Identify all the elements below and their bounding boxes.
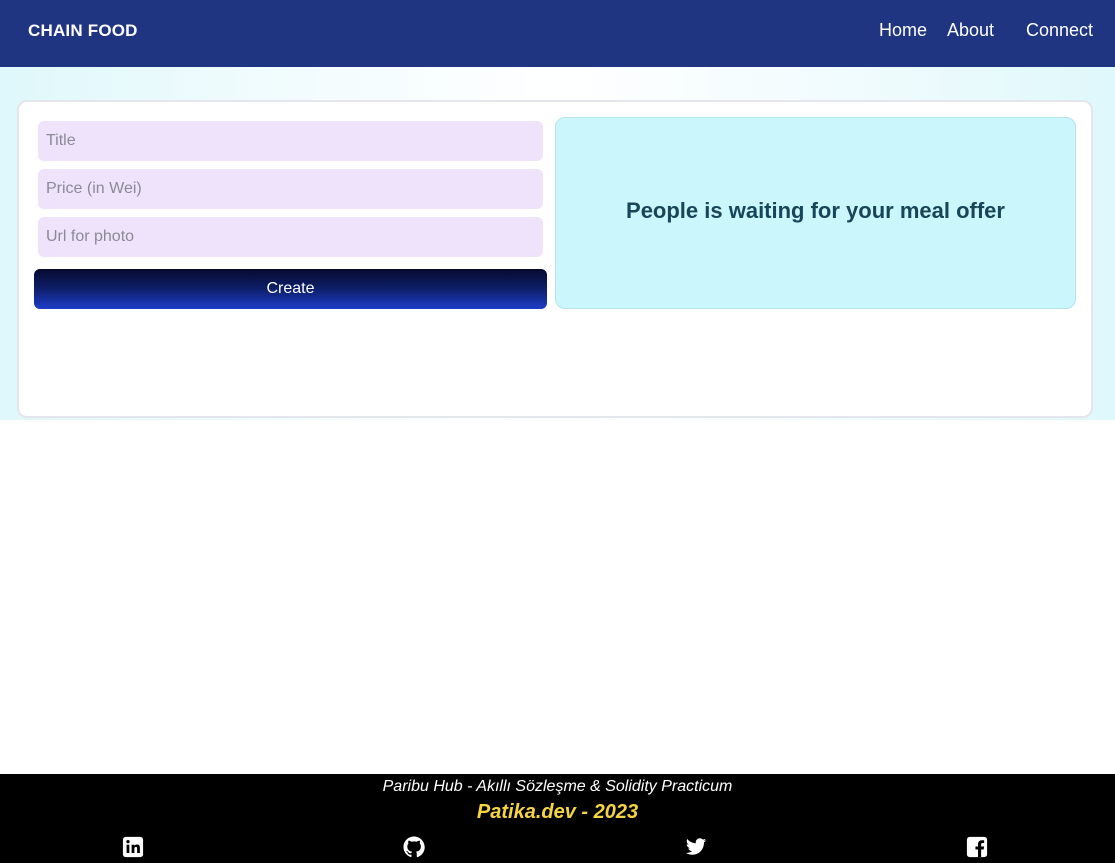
navbar: CHAIN FOOD Home About Connect [0,0,1115,67]
footer-brand-year: Patika.dev - 2023 [476,801,639,823]
empty-offers-message: People is waiting for your meal offer [626,198,1005,223]
linkedin-icon[interactable] [122,836,144,858]
github-icon[interactable] [403,836,425,858]
nav-home-link[interactable]: Home [879,20,927,41]
connect-wallet-button[interactable]: Connect [1026,20,1093,41]
twitter-icon[interactable] [685,836,707,858]
create-button[interactable]: Create [34,269,547,309]
facebook-icon[interactable] [966,836,988,858]
title-input[interactable] [38,121,543,161]
footer: Paribu Hub - Akıllı Sözleşme & Solidity … [0,774,1115,863]
footer-credits: Paribu Hub - Akıllı Sözleşme & Solidity … [382,778,733,795]
offers-panel: People is waiting for your meal offer [555,117,1076,309]
photo-url-input[interactable] [38,217,543,257]
nav-about-link[interactable]: About [947,20,994,41]
price-input[interactable] [38,169,543,209]
brand-logo[interactable]: CHAIN FOOD [28,21,138,41]
